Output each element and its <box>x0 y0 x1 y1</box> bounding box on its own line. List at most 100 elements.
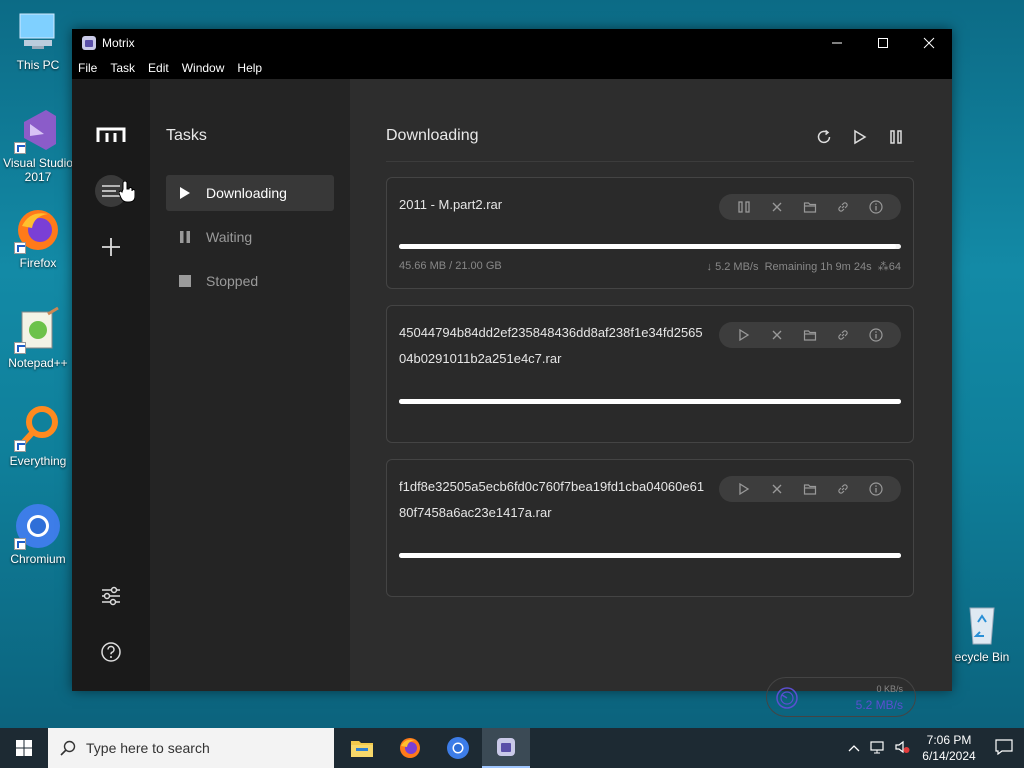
taskbar-search-box[interactable]: Type here to search <box>48 728 334 768</box>
desktop-icon-label: Firefox <box>19 256 57 270</box>
task-folder-button[interactable] <box>800 479 820 499</box>
visual-studio-icon <box>14 106 62 154</box>
taskbar-firefox[interactable] <box>386 728 434 768</box>
download-speed: 5.2 MB/s <box>855 698 903 712</box>
taskbar-motrix[interactable] <box>482 728 530 768</box>
desktop-icon-label: Notepad++ <box>8 356 68 370</box>
task-stats: ↓ 5.2 MB/s Remaining 1h 9m 24s ⁂64 <box>707 260 901 273</box>
task-info-button[interactable] <box>866 197 886 217</box>
motrix-window: Motrix File Task Edit Window Help Tasks … <box>72 29 952 717</box>
minimize-button[interactable] <box>814 29 860 57</box>
clock-date: 6/14/2024 <box>922 749 976 763</box>
close-icon <box>772 202 782 212</box>
windows-logo-icon <box>16 740 32 756</box>
taskbar-clock[interactable]: 7:06 PM 6/14/2024 <box>914 732 984 764</box>
connections-icon: ⁂ <box>877 261 889 273</box>
task-link-button[interactable] <box>833 479 853 499</box>
recycle-bin-icon <box>958 600 1006 648</box>
menu-edit[interactable]: Edit <box>148 61 169 75</box>
task-link-button[interactable] <box>833 197 853 217</box>
start-button[interactable] <box>0 728 48 768</box>
preferences-button[interactable] <box>95 580 127 612</box>
close-button[interactable] <box>906 29 952 57</box>
volume-muted-icon[interactable] <box>890 740 914 757</box>
menu-lines-icon <box>102 185 120 197</box>
sidebar-item-stopped[interactable]: Stopped <box>166 263 334 299</box>
upload-speed: 0 KB/s <box>876 684 903 694</box>
desktop-icon-this-pc[interactable]: This PC <box>0 8 76 72</box>
desktop-icon-notepadpp[interactable]: Notepad++ <box>0 306 76 370</box>
task-connections: 64 <box>888 261 901 273</box>
task-link-button[interactable] <box>833 325 853 345</box>
motrix-app-icon <box>82 36 96 50</box>
task-pause-button[interactable] <box>734 197 754 217</box>
system-tray: 7:06 PM 6/14/2024 <box>842 728 1024 768</box>
task-name: f1df8e32505a5ecb6fd0c760f7bea19fd1cba040… <box>399 479 705 520</box>
menu-window[interactable]: Window <box>182 61 225 75</box>
page-title: Downloading <box>386 127 479 144</box>
show-hidden-icons-chevron-icon[interactable] <box>842 741 866 755</box>
taskbar-chromium[interactable] <box>434 728 482 768</box>
pause-all-button[interactable] <box>878 125 914 149</box>
menu-help[interactable]: Help <box>237 61 262 75</box>
task-info-button[interactable] <box>866 325 886 345</box>
play-icon <box>178 186 192 200</box>
sliders-icon <box>102 586 120 606</box>
task-folder-button[interactable] <box>800 197 820 217</box>
desktop-icon-chromium[interactable]: Chromium <box>0 502 76 566</box>
task-delete-button[interactable] <box>767 479 787 499</box>
motrix-app-icon <box>497 738 515 756</box>
task-info-button[interactable] <box>866 479 886 499</box>
desktop-icon-recycle-bin[interactable]: ecycle Bin <box>940 600 1024 664</box>
motrix-logo-icon <box>96 127 126 142</box>
info-icon <box>869 328 883 342</box>
task-folder-button[interactable] <box>800 325 820 345</box>
play-outline-icon <box>854 129 867 145</box>
shortcut-arrow-icon <box>14 142 26 154</box>
help-button[interactable] <box>95 636 127 668</box>
desktop-icon-everything[interactable]: Everything <box>0 404 76 468</box>
task-delete-button[interactable] <box>767 325 787 345</box>
menu-file[interactable]: File <box>78 61 97 75</box>
everything-icon <box>14 404 62 452</box>
search-placeholder: Type here to search <box>86 740 210 756</box>
refresh-icon <box>817 129 831 144</box>
task-card[interactable]: 45044794b84dd2ef235848436dd8af238f1e34fd… <box>386 305 914 443</box>
play-icon <box>738 482 749 496</box>
task-card[interactable]: 2011 - M.part2.rar 45.66 MB / 21.00 GB ↓… <box>386 177 914 289</box>
task-actions <box>719 322 901 348</box>
task-meta: 45.66 MB / 21.00 GB ↓ 5.2 MB/s Remaining… <box>399 260 901 273</box>
stop-icon <box>178 274 192 288</box>
pause-icon <box>737 201 750 213</box>
task-resume-button[interactable] <box>734 325 754 345</box>
search-icon <box>60 740 76 756</box>
taskbar: Type here to search 7:06 PM 6/14/2024 <box>0 728 1024 768</box>
add-task-button[interactable] <box>95 231 127 263</box>
task-actions <box>719 476 901 502</box>
taskbar-file-explorer[interactable] <box>338 728 386 768</box>
sidebar-item-waiting[interactable]: Waiting <box>166 219 334 255</box>
desktop-icon-visual-studio[interactable]: Visual Studio 2017 <box>0 106 76 184</box>
menu-task[interactable]: Task <box>110 61 135 75</box>
task-sidebar: Tasks Downloading Waiting Stopped <box>150 79 350 691</box>
desktop-icon-label: Everything <box>9 454 67 468</box>
refresh-button[interactable] <box>806 125 842 149</box>
task-speed: ↓ 5.2 MB/s <box>706 261 759 273</box>
firefox-icon <box>14 206 62 254</box>
speedometer[interactable]: 0 KB/s 5.2 MB/s <box>766 677 916 717</box>
notifications-icon[interactable] <box>984 738 1024 758</box>
task-name: 2011 - M.part2.rar <box>399 197 503 212</box>
title-bar[interactable]: Motrix <box>72 29 952 57</box>
question-icon <box>101 642 121 662</box>
task-card[interactable]: f1df8e32505a5ecb6fd0c760f7bea19fd1cba040… <box>386 459 914 597</box>
task-delete-button[interactable] <box>767 197 787 217</box>
resume-all-button[interactable] <box>842 125 878 149</box>
chromium-icon <box>447 737 469 759</box>
desktop-icon-firefox[interactable]: Firefox <box>0 206 76 270</box>
task-resume-button[interactable] <box>734 479 754 499</box>
network-icon[interactable] <box>866 740 890 757</box>
main-panel: Downloading 2011 - M.part2.rar 45.66 MB … <box>350 79 952 717</box>
maximize-button[interactable] <box>860 29 906 57</box>
sidebar-item-downloading[interactable]: Downloading <box>166 175 334 211</box>
pause-icon <box>178 230 192 244</box>
